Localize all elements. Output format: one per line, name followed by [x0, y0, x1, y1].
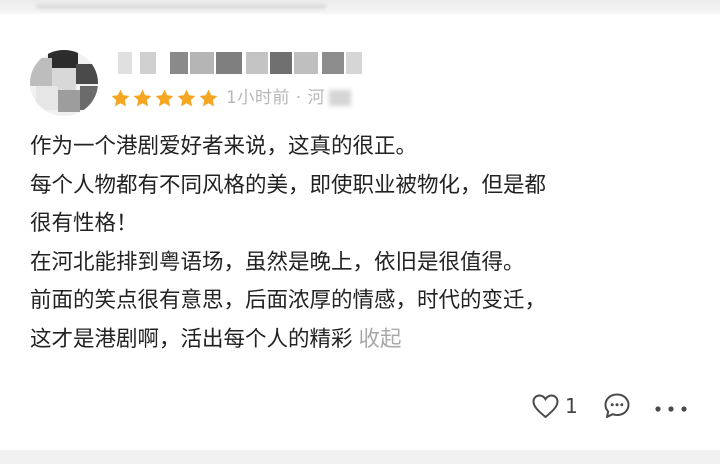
review-card: 1小时前 · 河 作为一个港剧爱好者来说，这真的很正。 每个人物都有不同风格的美… — [0, 14, 720, 450]
more-button[interactable] — [654, 400, 688, 412]
like-button[interactable]: 1 — [532, 392, 578, 420]
blurred-previous-content — [36, 4, 326, 9]
star-icon — [155, 89, 174, 106]
star-icon — [133, 89, 152, 106]
review-line-last: 这才是港剧啊，活出每个人的精彩 收起 — [30, 321, 700, 360]
more-dots-icon[interactable] — [654, 403, 688, 415]
like-count: 1 — [565, 394, 578, 418]
review-line: 前面的笑点很有意思，后面浓厚的情感，时代的变迁， — [30, 288, 547, 313]
star-rating — [110, 88, 220, 109]
comment-button[interactable] — [603, 392, 631, 420]
star-icon — [177, 89, 196, 106]
review-line: 这才是港剧啊，活出每个人的精彩 — [30, 326, 353, 352]
review-time: 1小时前 · 河 — [226, 88, 326, 108]
comment-bubble-icon[interactable] — [603, 392, 631, 420]
blurred-location — [329, 90, 352, 106]
heart-outline-icon[interactable] — [532, 393, 559, 419]
rating-row: 1小时前 · 河 — [110, 86, 352, 110]
username-blurred[interactable] — [118, 52, 368, 80]
avatar[interactable] — [30, 50, 98, 116]
star-icon — [111, 89, 130, 106]
bottom-divider — [0, 450, 720, 464]
review-line: 作为一个港剧爱好者来说，这真的很正。 — [30, 134, 418, 159]
action-bar: 1 — [0, 388, 720, 424]
review-line: 很有性格！ — [30, 211, 138, 236]
review-line: 每个人物都有不同风格的美，即使职业被物化，但是都 — [30, 172, 547, 198]
star-icon — [199, 89, 218, 106]
review-line: 在河北能排到粤语场，虽然是晚上，依旧是很值得。 — [30, 249, 525, 275]
review-text: 作为一个港剧爱好者来说，这真的很正。 每个人物都有不同风格的美，即使职业被物化，… — [30, 128, 700, 359]
top-divider — [0, 0, 720, 14]
collapse-link[interactable]: 收起 — [359, 327, 402, 352]
